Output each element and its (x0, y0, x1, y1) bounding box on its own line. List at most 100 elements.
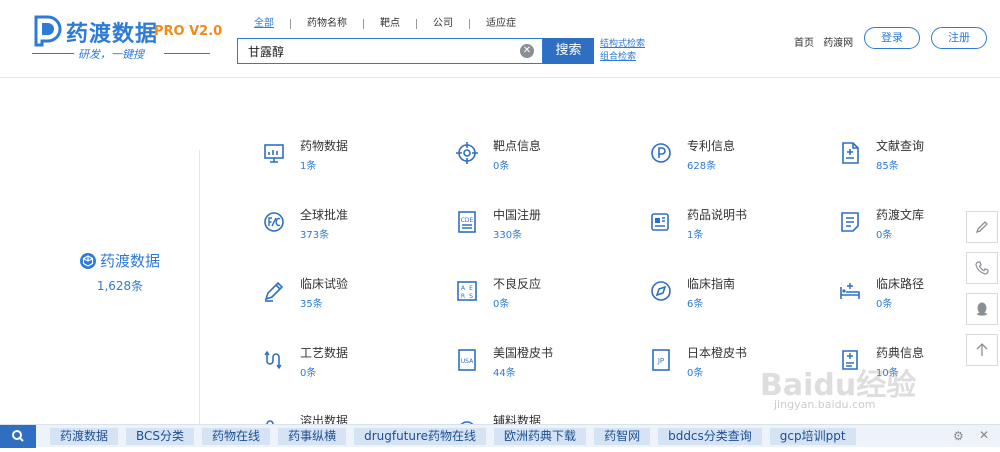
category-item[interactable]: 文献查询 85条 (838, 137, 998, 177)
target-icon (455, 141, 479, 165)
bottom-suggestion-item[interactable]: 药渡数据 (50, 428, 119, 445)
document-icon (838, 141, 862, 165)
category-item[interactable]: A E R S 不良反应 0条 (455, 275, 615, 315)
usa-book-icon: USA (455, 348, 479, 372)
category-name: 文献查询 (876, 139, 925, 153)
category-count[interactable]: 44条 (493, 364, 516, 379)
bed-icon (838, 279, 862, 303)
logo[interactable]: 药渡数据 PRO V2.0 研发，一键搜 (32, 12, 222, 68)
category-item[interactable]: 药品说明书 1条 (649, 206, 809, 246)
tab-all[interactable]: 全部 (254, 17, 290, 31)
watermark-url: jingyan.baidu.com (774, 398, 876, 411)
fc-approval-icon (262, 210, 286, 234)
category-count[interactable]: 1条 (687, 226, 703, 241)
combo-search-link[interactable]: 组合检索 (600, 51, 645, 64)
feedback-pen-icon[interactable] (966, 211, 998, 243)
category-item[interactable]: 靶点信息 0条 (455, 137, 615, 177)
svg-text:R: R (461, 293, 465, 300)
logo-mark-icon (34, 15, 62, 47)
aers-icon: AERS (455, 279, 479, 303)
category-item[interactable]: 工艺数据 0条 (262, 344, 422, 384)
settings-icon[interactable]: ⚙ (953, 429, 967, 443)
category-name: 美国橙皮书 (493, 346, 554, 360)
tab-company[interactable]: 公司 (433, 17, 469, 31)
category-count[interactable]: 0条 (300, 364, 316, 379)
bottom-suggestion-item[interactable]: gcp培训ppt (769, 428, 856, 445)
bottom-suggestion-item[interactable]: bddcs分类查询 (658, 428, 762, 445)
category-count[interactable]: 628条 (687, 157, 716, 172)
category-name: 药物数据 (300, 139, 349, 153)
header: 药渡数据 PRO V2.0 研发，一键搜 全部 药物名称 靶点 公司 适应症 ✕… (0, 0, 1000, 78)
flow-icon (262, 348, 286, 372)
category-count[interactable]: 330条 (493, 226, 522, 241)
bottom-search-icon[interactable] (0, 425, 36, 448)
logo-slogan: 研发，一键搜 (78, 48, 144, 61)
category-name: 药渡文库 (876, 208, 925, 222)
qq-icon[interactable] (966, 293, 998, 325)
nav-home-link[interactable]: 首页 (794, 38, 814, 49)
structure-search-link[interactable]: 结构式检索 (600, 38, 645, 51)
category-count[interactable]: 0条 (493, 157, 509, 172)
login-button[interactable]: 登录 (864, 27, 920, 49)
category-count[interactable]: 0条 (876, 295, 892, 310)
tab-drug-name[interactable]: 药物名称 (307, 17, 363, 31)
bottom-bar: 药渡数据 BCS分类 药物在线 药事纵横 drugfuture药物在线 欧洲药典下载 药智网… (0, 424, 1000, 448)
logo-divider (32, 53, 74, 54)
category-count[interactable]: 35条 (300, 295, 323, 310)
search-box: ✕ (237, 38, 543, 64)
clear-icon[interactable]: ✕ (520, 44, 534, 58)
category-count[interactable]: 1条 (300, 157, 316, 172)
category-count[interactable]: 85条 (876, 157, 899, 172)
register-button[interactable]: 注册 (931, 27, 987, 49)
category-count[interactable]: 0条 (493, 295, 509, 310)
category-item[interactable]: 临床试验 35条 (262, 275, 422, 315)
pen-icon (262, 279, 286, 303)
bottom-suggestion-item[interactable]: 欧洲药典下载 (494, 428, 587, 445)
bottom-suggestion-item[interactable]: 药智网 (594, 428, 651, 445)
monitor-chart-icon (262, 141, 286, 165)
category-item[interactable]: CDE 中国注册 330条 (455, 206, 615, 246)
svg-text:CDE: CDE (461, 217, 474, 224)
bottom-suggestion-item[interactable]: BCS分类 (126, 428, 195, 445)
nav-site-link[interactable]: 药渡网 (823, 38, 853, 49)
side-tools (966, 211, 998, 375)
close-icon[interactable]: ✕ (979, 428, 993, 442)
category-item[interactable]: 药物数据 1条 (262, 137, 422, 177)
search-tabs: 全部 药物名称 靶点 公司 适应症 (254, 16, 532, 32)
category-item[interactable]: 专利信息 628条 (649, 137, 809, 177)
svg-text:USA: USA (461, 358, 474, 365)
category-item[interactable]: USA 美国橙皮书 44条 (455, 344, 615, 384)
tab-target[interactable]: 靶点 (380, 17, 416, 31)
category-name: 临床试验 (300, 277, 349, 291)
top-nav: 首页 药渡网 (794, 34, 859, 49)
manual-icon (649, 210, 673, 234)
library-icon (838, 210, 862, 234)
category-name: 药品说明书 (687, 208, 748, 222)
source-count: 1,628条 (96, 279, 144, 293)
phone-icon[interactable] (966, 252, 998, 284)
search-button[interactable]: 搜索 (543, 38, 594, 64)
tab-separator (363, 19, 364, 29)
back-to-top-icon[interactable] (966, 334, 998, 366)
source-summary[interactable]: 药渡数据 1,628条 (60, 250, 180, 294)
bottom-suggestion-item[interactable]: 药事纵横 (278, 428, 347, 445)
category-count[interactable]: 373条 (300, 226, 329, 241)
logo-title: 药渡数据 (66, 22, 159, 47)
patent-icon (649, 141, 673, 165)
category-name: 日本橙皮书 (687, 346, 748, 360)
bottom-suggestion-item[interactable]: drugfuture药物在线 (354, 428, 487, 445)
svg-text:S: S (469, 293, 473, 300)
tab-separator (416, 19, 417, 29)
category-count[interactable]: 0条 (687, 364, 703, 379)
bottom-suggestion-item[interactable]: 药物在线 (202, 428, 271, 445)
category-count[interactable]: 6条 (687, 295, 703, 310)
category-item[interactable]: 全球批准 373条 (262, 206, 422, 246)
category-count[interactable]: 0条 (876, 226, 892, 241)
tab-separator (290, 19, 291, 29)
category-item[interactable]: 临床指南 6条 (649, 275, 809, 315)
search-input[interactable] (238, 39, 514, 63)
category-name: 工艺数据 (300, 346, 349, 360)
tab-indication[interactable]: 适应症 (486, 17, 532, 31)
jp-book-icon: JP (649, 348, 673, 372)
advanced-search-links: 结构式检索 组合检索 (600, 38, 645, 64)
